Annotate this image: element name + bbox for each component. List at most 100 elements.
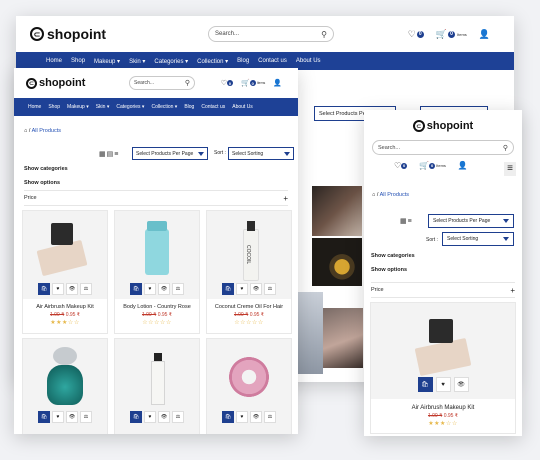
quick-view-icon[interactable]: 👁 bbox=[250, 411, 262, 423]
nav-blog[interactable]: Blog bbox=[237, 58, 249, 64]
home-icon[interactable]: ⌂ bbox=[372, 192, 375, 198]
per-page-select[interactable]: Select Products Per Page bbox=[428, 214, 514, 228]
nav-collection[interactable]: Collection ▾ bbox=[197, 58, 228, 65]
wishlist-icon[interactable]: ♡ 0 bbox=[221, 79, 233, 87]
show-categories[interactable]: Show categories bbox=[24, 166, 68, 172]
wishlist-icon[interactable]: ♡ 0 bbox=[394, 161, 408, 170]
quick-view-icon[interactable]: 👁 bbox=[66, 411, 78, 423]
grid-view-icon[interactable]: ▦ bbox=[400, 218, 408, 225]
sort-select[interactable]: Select Sorting bbox=[228, 147, 294, 160]
nav-collection[interactable]: Collection ▾ bbox=[151, 104, 177, 110]
compare-icon[interactable]: ⚖ bbox=[264, 283, 276, 295]
grid-view-icon[interactable]: ▦ bbox=[99, 151, 107, 158]
brand-logo[interactable]: ⊂ shopoint bbox=[26, 77, 116, 89]
product-name[interactable]: Air Airbrush Makeup Kit bbox=[371, 405, 515, 411]
nav-categories[interactable]: Categories ▾ bbox=[116, 104, 144, 110]
brand-logo[interactable]: ⊂ shopoint bbox=[364, 120, 522, 132]
show-categories[interactable]: Show categories bbox=[371, 253, 415, 259]
wishlist-icon[interactable]: ♥ bbox=[52, 411, 64, 423]
search-input[interactable]: Search... ⚲ bbox=[372, 140, 514, 155]
wishlist-icon[interactable]: ♥ bbox=[144, 283, 156, 295]
user-icon[interactable]: 👤 bbox=[479, 29, 490, 40]
nav-contact[interactable]: Contact us bbox=[201, 104, 225, 110]
quick-view-icon[interactable]: 👁 bbox=[158, 283, 170, 295]
compare-icon[interactable]: ⚖ bbox=[264, 411, 276, 423]
product-name[interactable]: Air Airbrush Makeup Kit bbox=[23, 304, 107, 310]
compare-icon[interactable]: ⚖ bbox=[80, 283, 92, 295]
wishlist-icon[interactable]: ♥ bbox=[435, 377, 451, 392]
product-card[interactable]: 🛍 ♥ 👁 ⚖ Body Lotion - Country Rose 1.00 … bbox=[114, 210, 200, 334]
per-page-select[interactable]: Select Products Per Page bbox=[132, 147, 208, 160]
quick-view-icon[interactable]: 👁 bbox=[250, 283, 262, 295]
add-to-cart-icon[interactable]: 🛍 bbox=[417, 377, 433, 392]
user-icon[interactable]: 👤 bbox=[458, 161, 468, 170]
nav-skin[interactable]: Skin ▾ bbox=[96, 104, 110, 110]
search-icon[interactable]: ⚲ bbox=[185, 79, 190, 87]
add-to-cart-icon[interactable]: 🛍 bbox=[130, 411, 142, 423]
nav-shop[interactable]: Shop bbox=[71, 58, 85, 64]
product-image-tile[interactable] bbox=[323, 308, 363, 368]
product-image-tile[interactable] bbox=[312, 238, 362, 286]
add-to-cart-icon[interactable]: 🛍 bbox=[222, 283, 234, 295]
search-input[interactable]: Search... ⚲ bbox=[129, 76, 195, 90]
show-options[interactable]: Show options bbox=[24, 180, 60, 186]
wishlist-icon[interactable]: ♡ 0 bbox=[408, 29, 424, 40]
quick-view-icon[interactable]: 👁 bbox=[158, 411, 170, 423]
nav-shop[interactable]: Shop bbox=[48, 104, 60, 110]
add-to-cart-icon[interactable]: 🛍 bbox=[222, 411, 234, 423]
nav-makeup[interactable]: Makeup ▾ bbox=[67, 104, 89, 110]
product-card[interactable]: 🛍 ♥ 👁 ⚖ bbox=[22, 338, 108, 434]
plus-icon[interactable]: + bbox=[283, 194, 288, 203]
nav-blog[interactable]: Blog bbox=[184, 104, 194, 110]
home-icon[interactable]: ⌂ bbox=[24, 128, 27, 134]
product-card[interactable]: COCOIL 🛍 ♥ 👁 ⚖ Coconut Creme Oil For Hai… bbox=[206, 210, 292, 334]
nav-contact[interactable]: Contact us bbox=[258, 58, 287, 64]
search-input[interactable]: Search... ⚲ bbox=[208, 26, 334, 42]
quick-view-icon[interactable]: 👁 bbox=[453, 377, 469, 392]
compare-icon[interactable]: ⚖ bbox=[172, 283, 184, 295]
hamburger-menu-icon[interactable]: ≡ bbox=[504, 162, 516, 176]
wishlist-icon[interactable]: ♥ bbox=[144, 411, 156, 423]
menu-view-icon[interactable]: ≡ bbox=[408, 218, 413, 225]
sort-select[interactable]: Select Sorting bbox=[442, 232, 514, 246]
search-icon[interactable]: ⚲ bbox=[321, 30, 327, 39]
cart-icon[interactable]: 🛒 0 Items bbox=[436, 29, 467, 40]
nav-categories[interactable]: Categories ▾ bbox=[154, 58, 188, 65]
price-filter[interactable]: Price + bbox=[24, 190, 288, 206]
nav-about[interactable]: About Us bbox=[296, 58, 321, 64]
search-icon[interactable]: ⚲ bbox=[503, 144, 508, 152]
product-image-tile[interactable] bbox=[312, 186, 362, 236]
compare-icon[interactable]: ⚖ bbox=[172, 411, 184, 423]
wishlist-icon[interactable]: ♥ bbox=[236, 283, 248, 295]
user-icon[interactable]: 👤 bbox=[273, 79, 282, 87]
add-to-cart-icon[interactable]: 🛍 bbox=[38, 283, 50, 295]
breadcrumb-current[interactable]: All Products bbox=[32, 128, 61, 134]
cart-icon[interactable]: 🛒 0 Items bbox=[419, 161, 446, 170]
nav-home[interactable]: Home bbox=[28, 104, 41, 110]
breadcrumb-current[interactable]: All Products bbox=[380, 192, 409, 198]
nav-about[interactable]: About Us bbox=[232, 104, 253, 110]
show-options[interactable]: Show options bbox=[371, 267, 407, 273]
price-filter[interactable]: Price + bbox=[371, 282, 515, 298]
product-name[interactable]: Coconut Creme Oil For Hair bbox=[207, 304, 291, 310]
add-to-cart-icon[interactable]: 🛍 bbox=[130, 283, 142, 295]
brand-logo[interactable]: ⊂ shopoint bbox=[30, 26, 160, 42]
plus-icon[interactable]: + bbox=[510, 286, 515, 295]
nav-makeup[interactable]: Makeup ▾ bbox=[94, 58, 120, 65]
quick-view-icon[interactable]: 👁 bbox=[66, 283, 78, 295]
product-card[interactable]: 🛍 ♥ 👁 ⚖ Air Airbrush Makeup Kit 1.00 ₹ 0… bbox=[22, 210, 108, 334]
product-name[interactable]: Body Lotion - Country Rose bbox=[115, 304, 199, 310]
cart-icon[interactable]: 🛒 0 Items bbox=[241, 79, 265, 87]
nav-skin[interactable]: Skin ▾ bbox=[129, 58, 145, 65]
wishlist-icon[interactable]: ♥ bbox=[52, 283, 64, 295]
product-card[interactable]: 🛍 ♥ 👁 ⚖ bbox=[206, 338, 292, 434]
nav-home[interactable]: Home bbox=[46, 58, 62, 64]
menu-view-icon[interactable]: ≡ bbox=[114, 151, 119, 158]
product-card[interactable]: 🛍 ♥ 👁 Air Airbrush Makeup Kit 1.00 ₹ 0.9… bbox=[370, 302, 516, 434]
product-card[interactable]: 🛍 ♥ 👁 ⚖ bbox=[114, 338, 200, 434]
cart-items-label: Items bbox=[457, 31, 467, 37]
add-to-cart-icon[interactable]: 🛍 bbox=[38, 411, 50, 423]
product-image-tile[interactable] bbox=[297, 292, 323, 374]
wishlist-icon[interactable]: ♥ bbox=[236, 411, 248, 423]
compare-icon[interactable]: ⚖ bbox=[80, 411, 92, 423]
